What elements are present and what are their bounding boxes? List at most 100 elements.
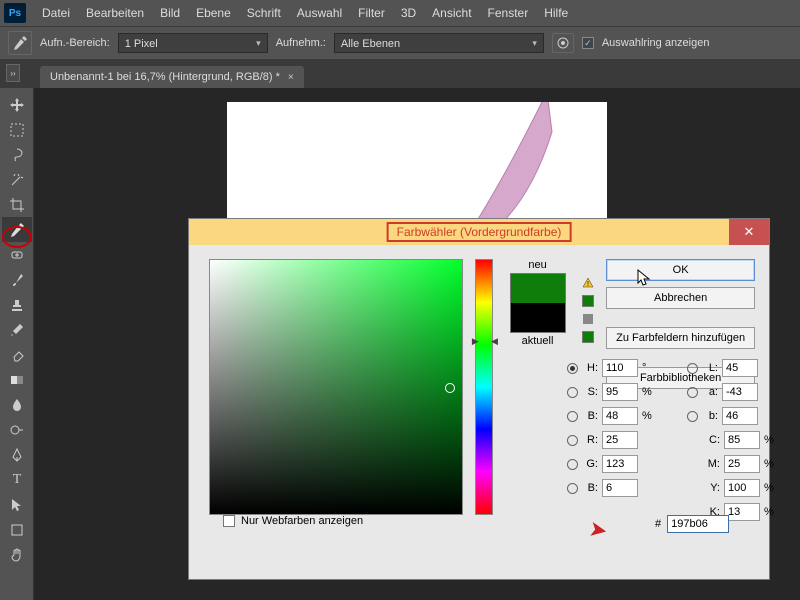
label-b: b:	[702, 410, 718, 422]
heal-tool[interactable]	[2, 242, 32, 267]
current-color-swatch[interactable]	[511, 303, 565, 332]
move-tool[interactable]	[2, 92, 32, 117]
sample-layers-dropdown[interactable]: Alle Ebenen	[334, 33, 544, 53]
close-tab-icon[interactable]: ×	[288, 72, 294, 83]
type-tool[interactable]: T	[2, 467, 32, 492]
input-m[interactable]	[724, 455, 760, 473]
gamut-swatch[interactable]	[582, 295, 594, 307]
input-bc[interactable]	[602, 479, 638, 497]
web-colors-label: Nur Webfarben anzeigen	[241, 515, 363, 527]
svg-text:!: !	[587, 281, 589, 288]
radio-r[interactable]	[567, 435, 578, 446]
menu-select[interactable]: Auswahl	[289, 2, 350, 24]
radio-b[interactable]	[687, 411, 698, 422]
hand-tool[interactable]	[2, 542, 32, 567]
eraser-tool[interactable]	[2, 342, 32, 367]
document-tab[interactable]: Unbenannt-1 bei 16,7% (Hintergrund, RGB/…	[40, 66, 304, 88]
websafe-swatch[interactable]	[582, 331, 594, 343]
input-r[interactable]	[602, 431, 638, 449]
color-picker-dialog: Farbwähler (Vordergrundfarbe) ✕ ▶◀ neu a…	[188, 218, 770, 580]
gradient-tool[interactable]	[2, 367, 32, 392]
ok-button[interactable]: OK	[606, 259, 755, 281]
dialog-titlebar[interactable]: Farbwähler (Vordergrundfarbe) ✕	[189, 219, 769, 245]
gamut-warning-icon[interactable]: !	[582, 277, 594, 289]
menu-view[interactable]: Ansicht	[424, 2, 479, 24]
brush-tool[interactable]	[2, 267, 32, 292]
hue-slider-thumb[interactable]: ▶◀	[472, 336, 498, 347]
label-m: M:	[706, 458, 720, 470]
input-y[interactable]	[724, 479, 760, 497]
radio-bc[interactable]	[567, 483, 578, 494]
show-ring-checkbox[interactable]: ✓	[582, 37, 594, 49]
hex-input[interactable]	[667, 515, 729, 533]
radio-a[interactable]	[687, 387, 698, 398]
input-l[interactable]	[722, 359, 758, 377]
tool-panel: T	[0, 88, 34, 600]
label-bv: B:	[582, 410, 598, 422]
label-h: H:	[582, 362, 598, 374]
input-g[interactable]	[602, 455, 638, 473]
new-color-label: neu	[528, 259, 546, 271]
menu-file[interactable]: Datei	[34, 2, 78, 24]
radio-h[interactable]	[567, 363, 578, 374]
input-c[interactable]	[724, 431, 760, 449]
new-color-swatch[interactable]	[511, 274, 565, 303]
sample-layers-label: Aufnehm.:	[276, 37, 326, 49]
dialog-title: Farbwähler (Vordergrundfarbe)	[387, 222, 572, 242]
menu-window[interactable]: Fenster	[480, 2, 537, 24]
dodge-tool[interactable]	[2, 417, 32, 442]
websafe-warning-icon[interactable]	[582, 313, 594, 325]
sample-size-label: Aufn.-Bereich:	[40, 37, 110, 49]
document-tabs: Unbenannt-1 bei 16,7% (Hintergrund, RGB/…	[0, 60, 800, 88]
input-s[interactable]	[602, 383, 638, 401]
crop-tool[interactable]	[2, 192, 32, 217]
shape-tool[interactable]	[2, 517, 32, 542]
eyedropper-tool[interactable]	[2, 217, 32, 242]
unit-k: %	[764, 506, 776, 518]
menu-layer[interactable]: Ebene	[188, 2, 239, 24]
color-preview	[510, 273, 566, 333]
label-l: L:	[702, 362, 718, 374]
unit-m: %	[764, 458, 776, 470]
saturation-value-field[interactable]	[209, 259, 463, 515]
history-brush-tool[interactable]	[2, 317, 32, 342]
cancel-button[interactable]: Abbrechen	[606, 287, 755, 309]
input-k[interactable]	[724, 503, 760, 521]
label-y: Y:	[706, 482, 720, 494]
close-icon[interactable]: ✕	[729, 219, 769, 245]
label-s: S:	[582, 386, 598, 398]
color-values-grid: H:° L: S:% a: B:% b: R: C:% G: M:% B: Y:…	[567, 359, 800, 521]
pen-tool[interactable]	[2, 442, 32, 467]
web-colors-checkbox[interactable]	[223, 515, 235, 527]
input-b[interactable]	[722, 407, 758, 425]
lasso-tool[interactable]	[2, 142, 32, 167]
marquee-tool[interactable]	[2, 117, 32, 142]
menu-help[interactable]: Hilfe	[536, 2, 576, 24]
stamp-tool[interactable]	[2, 292, 32, 317]
label-bc: B:	[582, 482, 598, 494]
menu-type[interactable]: Schrift	[239, 2, 289, 24]
sample-options-icon[interactable]	[552, 33, 574, 53]
input-bv[interactable]	[602, 407, 638, 425]
add-swatch-button[interactable]: Zu Farbfeldern hinzufügen	[606, 327, 755, 349]
sample-size-dropdown[interactable]: 1 Pixel	[118, 33, 268, 53]
path-select-tool[interactable]	[2, 492, 32, 517]
blur-tool[interactable]	[2, 392, 32, 417]
document-tab-title: Unbenannt-1 bei 16,7% (Hintergrund, RGB/…	[50, 71, 280, 83]
menu-filter[interactable]: Filter	[350, 2, 393, 24]
menu-edit[interactable]: Bearbeiten	[78, 2, 152, 24]
menu-image[interactable]: Bild	[152, 2, 188, 24]
radio-g[interactable]	[567, 459, 578, 470]
radio-s[interactable]	[567, 387, 578, 398]
unit-s: %	[642, 386, 654, 398]
unit-bv: %	[642, 410, 654, 422]
input-a[interactable]	[722, 383, 758, 401]
panel-expander-icon[interactable]: ››	[6, 64, 20, 82]
current-tool-icon[interactable]	[8, 31, 32, 55]
menu-3d[interactable]: 3D	[393, 2, 424, 24]
input-h[interactable]	[602, 359, 638, 377]
radio-bv[interactable]	[567, 411, 578, 422]
wand-tool[interactable]	[2, 167, 32, 192]
radio-l[interactable]	[687, 363, 698, 374]
hue-slider[interactable]: ▶◀	[475, 259, 493, 515]
